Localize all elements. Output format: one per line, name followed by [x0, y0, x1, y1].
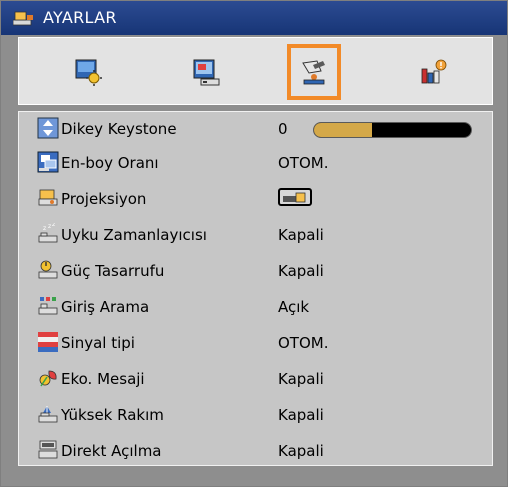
options-info-icon — [421, 59, 447, 84]
settings-panel: Dikey Keystone 0 En-boy Oranı OTOM. Proj… — [18, 111, 493, 466]
menu-item-label: Sinyal tipi — [61, 334, 135, 352]
menu-item-direct-power-on[interactable]: Direkt Açılma Kapali — [37, 438, 477, 464]
front-projection-icon[interactable] — [278, 188, 312, 206]
image-settings-icon — [75, 59, 102, 86]
menu-item-aspect-ratio[interactable]: En-boy Oranı OTOM. — [37, 150, 477, 176]
svg-text:z: z — [52, 223, 55, 228]
display-settings-icon — [193, 59, 220, 86]
menu-item-label: Yüksek Rakım — [61, 406, 164, 424]
menu-item-input-search[interactable]: Giriş Arama Açık — [37, 294, 477, 320]
signal-type-value: OTOM. — [278, 334, 329, 352]
tab-display[interactable] — [179, 44, 233, 100]
power-save-value: Kapali — [278, 262, 324, 280]
menu-item-projection[interactable]: Projeksiyon — [37, 186, 477, 212]
svg-text:z: z — [43, 225, 46, 232]
keystone-value: 0 — [278, 120, 288, 138]
menu-item-label: Giriş Arama — [61, 298, 150, 316]
menu-item-label: En-boy Oranı — [61, 154, 159, 172]
bottom-frame — [1, 471, 507, 486]
menu-item-signal-type[interactable]: Sinyal tipi OTOM. — [37, 330, 477, 356]
menu-item-eco-message[interactable]: Eko. Mesaji Kapali — [37, 366, 477, 392]
title-bar: AYARLAR — [1, 1, 507, 35]
menu-tab-bar — [18, 37, 493, 105]
projection-icon — [37, 187, 59, 209]
keystone-slider[interactable] — [313, 122, 472, 138]
setup-icon — [302, 60, 325, 85]
high-altitude-value: Kapali — [278, 406, 324, 424]
menu-item-label: Direkt Açılma — [61, 442, 162, 460]
keystone-slider-fill — [314, 123, 373, 137]
menu-item-label: Dikey Keystone — [61, 120, 177, 138]
menu-item-power-save[interactable]: Güç Tasarrufu Kapali — [37, 258, 477, 284]
menu-item-label: Uyku Zamanlayıcısı — [61, 226, 207, 244]
power-save-icon — [37, 259, 59, 281]
menu-item-high-altitude[interactable]: Yüksek Rakım Kapali — [37, 402, 477, 428]
keystone-icon — [37, 117, 59, 139]
menu-item-label: Projeksiyon — [61, 190, 147, 208]
eco-message-icon — [37, 367, 59, 389]
tab-setup[interactable] — [287, 44, 341, 100]
osd-menu-window: AYARLAR Dikey Keystone 0 En-boy Oranı OT… — [0, 0, 508, 487]
sleep-timer-icon: z z z — [37, 221, 59, 245]
aspect-ratio-value: OTOM. — [278, 154, 329, 172]
menu-item-label: Eko. Mesaji — [61, 370, 145, 388]
direct-power-on-value: Kapali — [278, 442, 324, 460]
sleep-timer-value: Kapali — [278, 226, 324, 244]
tab-image[interactable] — [61, 44, 115, 100]
input-search-icon — [37, 295, 59, 317]
svg-text:z: z — [48, 223, 51, 230]
eco-message-value: Kapali — [278, 370, 324, 388]
signal-type-icon — [37, 331, 59, 353]
menu-item-label: Güç Tasarrufu — [61, 262, 165, 280]
input-search-value: Açık — [278, 298, 310, 316]
tab-options[interactable] — [407, 44, 461, 100]
window-title: AYARLAR — [43, 8, 117, 27]
aspect-ratio-icon — [37, 151, 59, 173]
high-altitude-icon — [37, 403, 59, 425]
direct-power-on-icon — [37, 439, 59, 461]
menu-item-sleep-timer[interactable]: z z z Uyku Zamanlayıcısı Kapali — [37, 221, 477, 248]
menu-item-keystone[interactable]: Dikey Keystone 0 — [37, 116, 477, 142]
menu-settings-icon — [12, 10, 35, 26]
